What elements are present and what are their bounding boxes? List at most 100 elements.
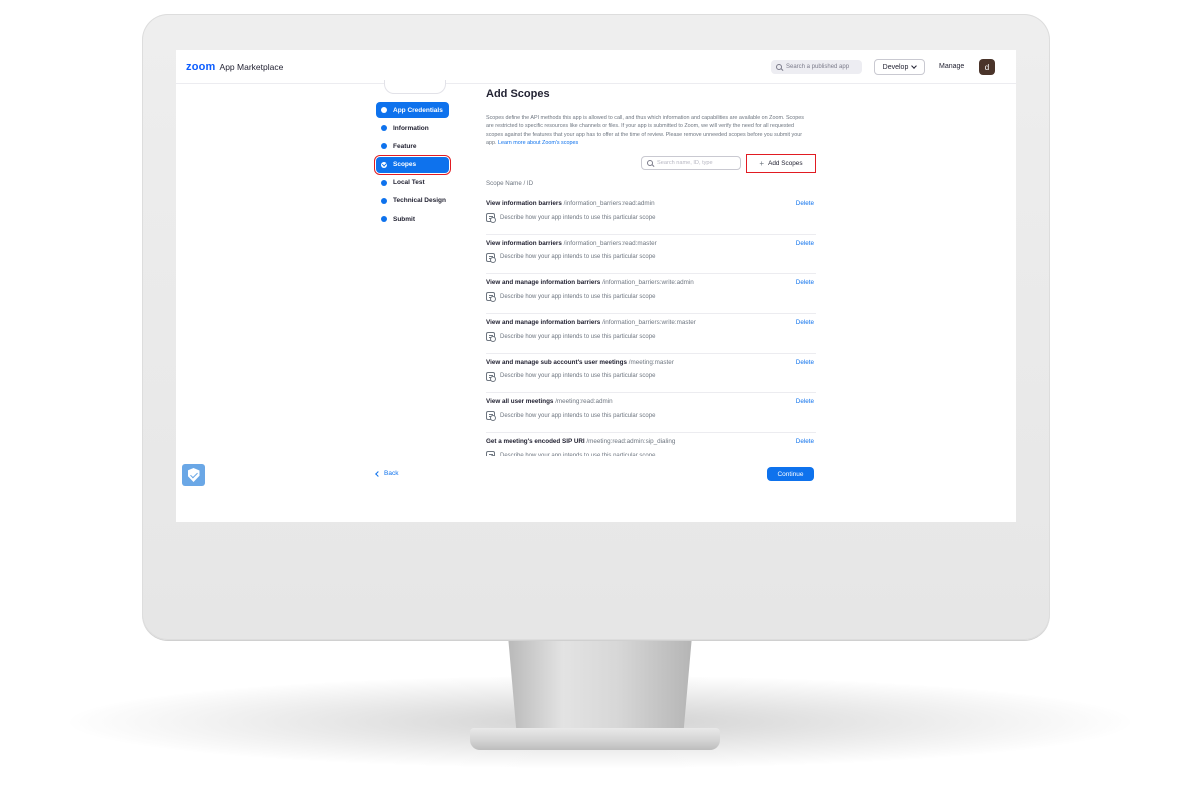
app-window: zoom App Marketplace Search a published …	[176, 50, 1016, 522]
back-label: Back	[384, 470, 399, 477]
scope-usage-hint: Describe how your app intends to use thi…	[500, 333, 656, 340]
scopes-description: Scopes define the API methods this app i…	[486, 114, 812, 147]
add-scopes-button[interactable]: + Add Scopes	[746, 154, 816, 173]
scope-usage-field[interactable]: Describe how your app intends to use thi…	[486, 292, 656, 303]
nav-item-app-credentials[interactable]: App Credentials	[376, 102, 449, 118]
scope-usage-field[interactable]: Describe how your app intends to use thi…	[486, 371, 655, 382]
marketplace-search-input[interactable]: Search a published app	[771, 60, 862, 74]
scope-title: View and manage information barriers /in…	[486, 319, 696, 326]
scope-usage-field[interactable]: Describe how your app intends to use thi…	[486, 451, 655, 456]
nav-item-technical-design[interactable]: Technical Design	[376, 193, 456, 209]
delete-scope-link[interactable]: Delete	[796, 438, 814, 445]
zoom-logo-text: zoom	[186, 61, 216, 73]
scope-usage-hint: Describe how your app intends to use thi…	[500, 412, 656, 419]
edit-note-icon	[486, 371, 496, 382]
scope-title: View information barriers /information_b…	[486, 240, 657, 247]
edit-note-icon	[486, 332, 496, 343]
nav-item-label: Scopes	[393, 161, 417, 169]
nav-item-scopes[interactable]: Scopes	[374, 154, 451, 175]
nav-item-information[interactable]: Information	[376, 120, 456, 136]
scope-name: View all user meetings	[486, 398, 554, 406]
delete-scope-link[interactable]: Delete	[796, 319, 814, 326]
scope-name: Get a meeting's encoded SIP URI	[486, 438, 585, 446]
scope-column-header: Scope Name / ID	[486, 180, 534, 187]
app-marketplace-title: App Marketplace	[219, 62, 284, 72]
develop-dropdown[interactable]: Develop	[874, 59, 925, 75]
scope-id: /meeting:master	[628, 358, 674, 366]
scope-id: /meeting:read:admin	[555, 398, 613, 406]
delete-scope-link[interactable]: Delete	[796, 398, 814, 405]
delete-scope-link[interactable]: Delete	[796, 359, 814, 366]
scope-search-placeholder: Search name, ID, type	[657, 160, 713, 166]
edit-note-icon	[486, 252, 496, 263]
nav-item-submit[interactable]: Submit	[376, 211, 456, 227]
marketplace-logo[interactable]: zoom App Marketplace	[186, 61, 283, 73]
scope-title: View and manage sub account's user meeti…	[486, 359, 674, 366]
scope-search-input[interactable]: Search name, ID, type	[641, 156, 741, 170]
scope-id: /information_barriers:read:master	[563, 239, 657, 247]
scope-row: View information barriers /information_b…	[486, 195, 816, 235]
scope-row: View and manage information barriers /in…	[486, 314, 816, 354]
nav-top-decoration	[384, 80, 446, 94]
step-dot-icon	[381, 125, 387, 132]
step-dot-icon	[381, 216, 387, 223]
add-scopes-label: Add Scopes	[768, 160, 803, 167]
scope-name: View and manage sub account's user meeti…	[486, 358, 628, 366]
continue-button[interactable]: Continue	[767, 467, 814, 481]
learn-more-link[interactable]: Learn more about Zoom's scopes	[498, 140, 578, 146]
user-avatar[interactable]: d	[979, 59, 995, 75]
scope-list[interactable]: View information barriers /information_b…	[486, 195, 816, 456]
marketplace-search-placeholder: Search a published app	[786, 64, 850, 70]
back-button[interactable]: Back	[375, 470, 399, 477]
nav-item-local-test[interactable]: Local Test	[376, 175, 456, 191]
scope-id: /information_barriers:write:master	[602, 319, 696, 327]
search-icon	[647, 159, 654, 167]
scope-usage-hint: Describe how your app intends to use thi…	[500, 254, 656, 261]
nav-item-label: Information	[393, 124, 429, 132]
scope-row: View and manage information barriers /in…	[486, 274, 816, 315]
manage-link[interactable]: Manage	[939, 63, 964, 70]
plus-icon: +	[759, 158, 765, 168]
scope-usage-field[interactable]: Describe how your app intends to use thi…	[486, 213, 656, 223]
main-content: Add Scopes Scopes define the API methods…	[486, 88, 816, 456]
scope-id: /meeting:read:admin:sip_dialing	[586, 438, 676, 446]
page-title: Add Scopes	[486, 88, 550, 100]
monitor-stand	[508, 636, 692, 740]
step-dot-icon	[381, 143, 387, 150]
scope-title: View all user meetings /meeting:read:adm…	[486, 398, 613, 405]
scope-name: View information barriers	[486, 239, 562, 247]
nav-item-label: Submit	[393, 215, 416, 223]
scope-usage-field[interactable]: Describe how your app intends to use thi…	[486, 332, 656, 343]
step-dot-icon	[381, 179, 387, 186]
scope-usage-hint: Describe how your app intends to use thi…	[500, 293, 656, 300]
step-dot-icon	[381, 107, 387, 113]
scope-row: View and manage sub account's user meeti…	[486, 354, 816, 394]
scope-usage-field[interactable]: Describe how your app intends to use thi…	[486, 252, 656, 263]
scope-usage-hint: Describe how your app intends to use thi…	[500, 452, 656, 456]
scope-id: /information_barriers:write:admin	[602, 279, 694, 287]
nav-item-label: App Credentials	[393, 106, 443, 114]
nav-item-feature[interactable]: Feature	[376, 138, 456, 154]
edit-note-icon	[486, 411, 496, 422]
scope-name: View and manage information barriers	[486, 319, 601, 327]
scope-name: View information barriers	[486, 200, 562, 207]
step-dot-icon	[381, 197, 387, 204]
edit-note-icon	[486, 213, 496, 223]
search-icon	[776, 63, 783, 71]
delete-scope-link[interactable]: Delete	[796, 240, 814, 247]
monitor-stand-base	[470, 728, 720, 750]
shield-check-icon[interactable]	[182, 464, 205, 486]
scope-toolbar: Search name, ID, type + Add Scopes	[641, 154, 816, 174]
scope-row: Get a meeting's encoded SIP URI /meeting…	[486, 433, 816, 456]
delete-scope-link[interactable]: Delete	[796, 200, 814, 207]
scope-usage-hint: Describe how your app intends to use thi…	[500, 214, 656, 221]
scope-title: View information barriers /information_b…	[486, 200, 655, 207]
delete-scope-link[interactable]: Delete	[796, 279, 814, 286]
scope-usage-field[interactable]: Describe how your app intends to use thi…	[486, 411, 656, 422]
develop-label: Develop	[882, 63, 909, 71]
scope-name: View and manage information barriers	[486, 279, 601, 287]
left-step-nav: App Credentials Information Feature Scop…	[374, 102, 456, 229]
scope-title: Get a meeting's encoded SIP URI /meeting…	[486, 438, 675, 445]
scope-title: View and manage information barriers /in…	[486, 279, 694, 286]
nav-item-label: Technical Design	[393, 197, 446, 205]
